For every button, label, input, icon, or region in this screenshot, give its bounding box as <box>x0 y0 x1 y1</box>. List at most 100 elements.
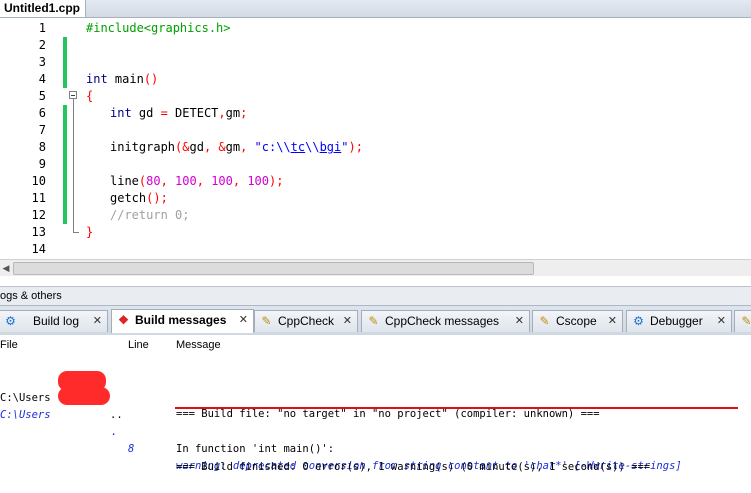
code-token: \\ <box>305 140 320 154</box>
code-editor[interactable]: 1 2 3 4 5 6 7 8 9 10 11 12 13 14 #includ… <box>0 18 751 259</box>
tab-label: CppCheck messages <box>385 314 500 328</box>
editor-tab-bar: Untitled1.cpp <box>0 0 751 18</box>
close-icon[interactable]: ✕ <box>239 310 248 331</box>
tab-label: Debugger <box>650 314 703 328</box>
code-line-8: initgraph(&gd, &gm, "c:\\tc\\bgi"); <box>110 139 363 156</box>
code-token: (); <box>146 191 168 205</box>
message-line: 8 <box>128 443 135 455</box>
code-token: DETECT <box>167 106 219 120</box>
line-number: 10 <box>31 174 46 188</box>
line-number-gutter: 1 2 3 4 5 6 7 8 9 10 11 12 13 14 <box>0 18 62 259</box>
code-token: line <box>110 174 139 188</box>
close-icon[interactable]: ✕ <box>608 311 617 332</box>
code-line-5: { <box>86 88 93 105</box>
message-row[interactable]: === Build file: "no target" in "no proje… <box>0 355 751 420</box>
code-token: ; <box>240 106 248 120</box>
tab-cscope[interactable]: ✎ Cscope ✕ <box>532 310 623 332</box>
close-icon[interactable]: ✕ <box>93 311 102 332</box>
code-token: bgi <box>319 140 342 154</box>
message-text: In function 'int main()': <box>176 443 335 455</box>
scrollbar-thumb[interactable] <box>13 262 534 275</box>
tab-build-messages[interactable]: ❖ Build messages ✕ <box>111 309 254 333</box>
code-token: { <box>86 89 94 103</box>
tab-label: Cscope <box>556 314 597 328</box>
change-marker <box>63 105 67 224</box>
gear-icon: ⚙ <box>5 314 16 328</box>
code-line-6: int gd = DETECT,gm; <box>110 105 247 122</box>
code-token: , & <box>203 140 226 154</box>
code-token: gm <box>225 140 241 154</box>
column-header-line[interactable]: Line <box>128 339 149 351</box>
close-icon[interactable]: ✕ <box>515 311 524 332</box>
line-number: 3 <box>38 55 46 69</box>
code-line-4: int main() <box>86 71 158 88</box>
logs-panel-title: ogs & others <box>0 286 751 305</box>
code-token: tc <box>290 140 306 154</box>
code-token: 100 <box>211 174 233 188</box>
code-token: 100 <box>175 174 197 188</box>
code-token: //return 0; <box>110 208 190 222</box>
code-line-12: //return 0; <box>110 207 189 224</box>
message-file-tail: . <box>111 426 118 438</box>
code-token: , <box>232 174 248 188</box>
code-line-1: #include<graphics.h> <box>86 20 231 37</box>
warning-underline-annotation <box>175 407 738 409</box>
code-token: int <box>86 72 108 86</box>
message-row[interactable]: C:\Users .. In function 'int main()': <box>0 373 751 455</box>
file-tab-untitled1[interactable]: Untitled1.cpp <box>0 0 86 17</box>
line-number: 1 <box>38 21 46 35</box>
code-token: gd <box>189 140 204 154</box>
line-number: 13 <box>31 225 46 239</box>
tab-build-log[interactable]: ⚙ Build log ✕ <box>0 310 108 332</box>
code-token: , <box>218 106 226 120</box>
column-header-file[interactable]: File <box>0 339 18 351</box>
code-token: int <box>110 106 132 120</box>
redaction-mark <box>58 387 110 405</box>
tab-cppcheck[interactable]: ✎ CppCheck ✕ <box>254 310 358 332</box>
message-row[interactable]: === Build finished: 0 error(s), 1 warnin… <box>0 408 751 473</box>
code-token: initgraph <box>110 140 176 154</box>
pencil-icon: ✎ <box>368 314 379 328</box>
code-token: getch <box>110 191 147 205</box>
tab-label: Build messages <box>135 313 227 327</box>
tab-label: Build log <box>33 314 80 328</box>
code-token: 80 <box>146 174 161 188</box>
message-row-warning[interactable]: C:\Users . 8 warning: deprecated convers… <box>0 390 751 472</box>
code-token: gd <box>131 106 161 120</box>
code-token: #include<graphics.h> <box>86 21 231 35</box>
fold-collapse-icon[interactable] <box>69 91 77 99</box>
scroll-left-icon[interactable]: ◀ <box>0 260 12 276</box>
line-number: 9 <box>38 157 46 171</box>
message-text: === Build finished: 0 error(s), 1 warnin… <box>176 461 651 473</box>
tab-debugger[interactable]: ⚙ Debugger ✕ <box>626 310 732 332</box>
code-line-11: getch(); <box>110 190 168 207</box>
pencil-icon: ✎ <box>539 314 550 328</box>
code-token: , <box>160 174 176 188</box>
close-icon[interactable]: ✕ <box>717 311 726 332</box>
tab-cppcheck-messages[interactable]: ✎ CppCheck messages ✕ <box>361 310 530 332</box>
tab-overflow[interactable]: ✎ <box>734 310 751 332</box>
code-token: "c:\\ <box>254 140 291 154</box>
logs-panel-title-text: ogs & others <box>0 290 62 302</box>
column-header-message[interactable]: Message <box>176 339 221 351</box>
code-token: , <box>240 140 255 154</box>
editor-horizontal-scrollbar[interactable]: ◀ <box>0 259 751 276</box>
code-token: ); <box>348 140 363 154</box>
line-number: 2 <box>38 38 46 52</box>
line-number: 4 <box>38 72 46 86</box>
code-token: } <box>86 225 94 239</box>
close-icon[interactable]: ✕ <box>343 311 352 332</box>
pencil-icon: ✎ <box>261 314 272 328</box>
line-number: 7 <box>38 123 46 137</box>
logs-tab-bar: ⚙ Build log ✕ ❖ Build messages ✕ ✎ CppCh… <box>0 305 751 336</box>
code-token: main <box>107 72 144 86</box>
code-token: () <box>143 72 159 86</box>
code-line-13: } <box>86 224 93 241</box>
line-number: 14 <box>31 242 46 256</box>
code-token: (& <box>175 140 190 154</box>
code-token: = <box>160 106 168 120</box>
line-number: 11 <box>31 191 46 205</box>
code-token: gm <box>225 106 241 120</box>
code-line-10: line(80, 100, 100, 100); <box>110 173 283 190</box>
gear-icon: ⚙ <box>633 314 644 328</box>
